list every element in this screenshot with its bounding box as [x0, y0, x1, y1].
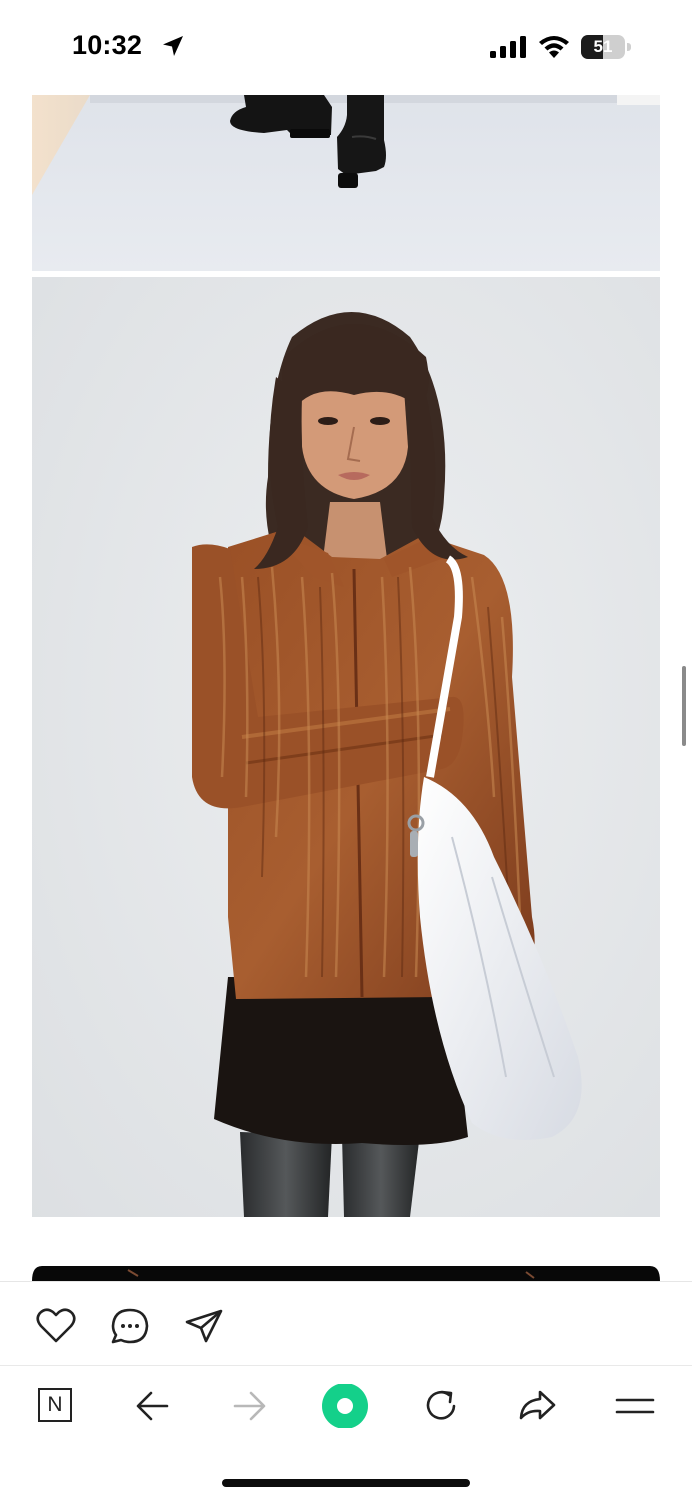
menu-icon[interactable] [611, 1384, 659, 1428]
post-action-bar [0, 1281, 692, 1366]
home-indicator[interactable] [222, 1479, 470, 1487]
comment-icon[interactable] [108, 1306, 152, 1346]
back-arrow-icon[interactable] [129, 1384, 177, 1428]
refresh-icon[interactable] [417, 1384, 465, 1428]
feed-photo-next[interactable] [32, 1266, 660, 1281]
forward-arrow-icon[interactable] [225, 1384, 273, 1428]
green-dot-icon[interactable] [321, 1384, 369, 1428]
share-icon[interactable] [514, 1384, 562, 1428]
feed-photo-boots[interactable] [32, 95, 660, 271]
naver-n-label: N [38, 1388, 72, 1422]
feed-photo-model[interactable] [32, 277, 660, 1217]
heart-icon[interactable] [34, 1306, 78, 1346]
cellular-signal-icon [490, 36, 526, 58]
naver-n-icon[interactable]: N [32, 1384, 80, 1428]
send-icon[interactable] [182, 1306, 226, 1346]
battery-level: 51 [593, 37, 613, 56]
battery-icon: 51 [581, 35, 631, 59]
wifi-icon [539, 36, 569, 58]
location-arrow-icon [163, 36, 183, 56]
scrollbar-thumb[interactable] [682, 666, 686, 746]
status-bar: 10:32 51 [0, 0, 692, 92]
status-time: 10:32 [72, 30, 143, 60]
